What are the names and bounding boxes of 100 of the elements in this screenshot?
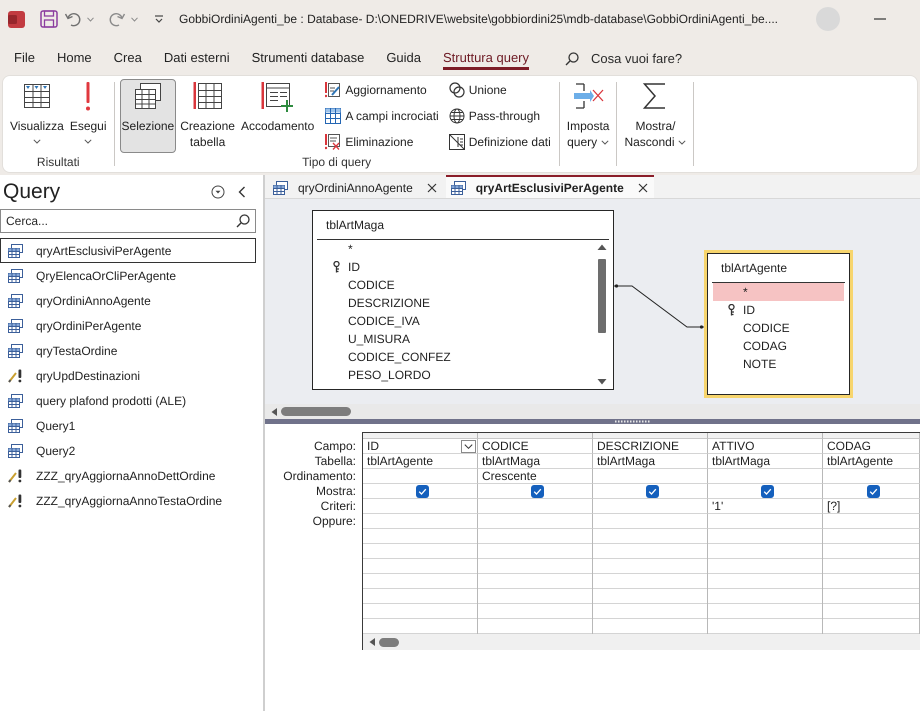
close-icon[interactable]: [638, 182, 648, 192]
field-item[interactable]: ID: [318, 258, 591, 276]
document-pencil-icon: [325, 82, 342, 98]
key-icon: [333, 261, 340, 273]
pane-title: Query: [3, 180, 60, 204]
stacked-tables-icon: [273, 180, 288, 194]
caret-icon: [84, 139, 92, 144]
caret-icon: [32, 139, 41, 144]
field-item[interactable]: *: [713, 283, 844, 301]
table-name: tblArtAgente: [721, 261, 788, 275]
checkbox[interactable]: [866, 484, 880, 498]
bar-chevron-icon[interactable]: [154, 14, 164, 24]
field-item[interactable]: ID: [713, 301, 844, 319]
field-item[interactable]: CODICE: [713, 319, 844, 337]
menu-tab[interactable]: Crea: [114, 47, 142, 70]
undo-icon[interactable]: [64, 10, 82, 28]
pencil-exclamation-icon: [8, 368, 23, 382]
menu-tab[interactable]: Struttura query: [443, 47, 530, 70]
menu-tab[interactable]: Strumenti database: [252, 47, 364, 70]
circled-caret-icon[interactable]: [211, 185, 225, 199]
window-title: GobbiOrdiniAgenti_be : Database- D:\ONEDRIVE\website\gobbiordini25\mdb-database\GobbiOrdiniAgenti_be....: [179, 12, 778, 26]
ribbon-button[interactable]: A campi incrociati: [322, 105, 442, 127]
grid-icon: [325, 108, 342, 124]
scrollbar-thumb[interactable]: [379, 638, 399, 646]
ribbon-button[interactable]: Eliminazione: [322, 131, 442, 153]
stacked-tables-icon: [8, 444, 23, 458]
redo-icon[interactable]: [108, 10, 126, 28]
search-icon: [236, 214, 250, 228]
table-name: tblArtMaga: [326, 218, 384, 232]
stacked-tables-icon: [8, 344, 23, 358]
close-icon[interactable]: [426, 182, 437, 192]
menu-tab[interactable]: File: [14, 47, 35, 70]
ribbon-button[interactable]: Esegui: [68, 79, 109, 153]
document-cross-icon: [325, 134, 342, 150]
globe-icon: [448, 108, 465, 124]
vertical-scrollbar[interactable]: [596, 242, 608, 387]
join-line[interactable]: [614, 284, 704, 329]
caret-icon: [87, 16, 94, 22]
document-tab[interactable]: qryOrdiniAnnoAgente: [268, 175, 443, 198]
checkbox[interactable]: [760, 484, 774, 498]
ribbon-button[interactable]: Accodamento: [238, 79, 316, 153]
chevron-left-icon[interactable]: [238, 186, 246, 198]
ribbon-button[interactable]: Mostra/ Nascondi: [622, 79, 688, 153]
stacked-tables-icon: [8, 244, 23, 258]
field-item[interactable]: DESCRIZIONE: [318, 294, 591, 312]
tell-me-field[interactable]: Cosa vuoi fare?: [591, 48, 742, 68]
ribbon-button[interactable]: Aggiornamento: [322, 79, 442, 101]
dropdown-button[interactable]: [461, 440, 476, 452]
scroll-up-icon[interactable]: [596, 242, 608, 252]
stacked-tables-icon: [8, 318, 23, 332]
arrow-cross-icon: [572, 82, 604, 110]
save-icon[interactable]: [40, 10, 58, 28]
ribbon-button[interactable]: Definizione dati: [446, 131, 554, 153]
table-box[interactable]: tblArtAgente * ID CODICE CODAG NOTE: [704, 250, 853, 398]
ribbon-button[interactable]: Visualizza: [8, 79, 66, 153]
field-item[interactable]: CODAG: [713, 337, 844, 355]
field-item[interactable]: *: [318, 240, 591, 258]
field-item[interactable]: U_MISURA: [318, 330, 591, 348]
grip-icon: [615, 420, 650, 423]
ribbon-button[interactable]: Selezione: [120, 79, 176, 153]
ribbon-button[interactable]: Pass-through: [446, 105, 554, 127]
field-item[interactable]: NOTE: [713, 355, 844, 373]
row-label: Criteri:: [320, 499, 356, 514]
search-icon: [565, 52, 580, 66]
row-label: Ordinamento:: [283, 469, 356, 484]
scrollbar-thumb[interactable]: [281, 407, 351, 416]
field-item[interactable]: CODICE_IVA: [318, 312, 591, 330]
menu-tab[interactable]: Home: [56, 47, 92, 70]
checkbox[interactable]: [646, 484, 658, 498]
scroll-down-icon[interactable]: [596, 377, 608, 387]
group-label: Risultati: [36, 154, 81, 171]
scroll-left-icon[interactable]: [270, 406, 278, 416]
pencil-exclamation-icon: [8, 468, 23, 482]
checkbox[interactable]: [416, 484, 428, 498]
scrollbar-thumb[interactable]: [598, 259, 606, 333]
key-icon: [728, 304, 735, 316]
ribbon-button[interactable]: Creazione tabella: [178, 79, 237, 153]
search-field[interactable]: Cerca...: [0, 209, 256, 233]
menu-tab[interactable]: Dati esterni: [164, 47, 230, 70]
ribbon-button[interactable]: Imposta query: [564, 79, 612, 153]
field-item[interactable]: CODICE_CONFEZ: [318, 348, 591, 366]
horizontal-scrollbar[interactable]: [363, 634, 920, 650]
row-label: Mostra:: [316, 484, 356, 499]
scroll-left-icon[interactable]: [368, 637, 376, 647]
row-label: Campo:: [314, 439, 356, 454]
group-label: Tipo di query: [301, 154, 372, 171]
overlapping-circles-icon: [448, 82, 465, 98]
menu-tab[interactable]: Guida: [386, 47, 422, 70]
field-item[interactable]: PESO_LORDO: [318, 366, 591, 384]
row-label: Tabella:: [314, 454, 356, 469]
query-list-item[interactable]: qryArtEsclusiviPerAgente: [0, 238, 256, 263]
document-tab[interactable]: qryArtEsclusiviPerAgente: [446, 175, 654, 198]
field-item[interactable]: CODICE: [318, 276, 591, 294]
ribbon-button[interactable]: Unione: [446, 79, 554, 101]
horizontal-scrollbar[interactable]: [265, 404, 920, 419]
checkbox[interactable]: [530, 484, 544, 498]
caret-icon: [601, 140, 610, 146]
table-box[interactable]: tblArtMaga * ID CODICE DESCRIZIONE CODICE_IVA U_MISURA CODICE_CONFEZ PESO_LORDO: [312, 210, 614, 390]
row-label: Oppure:: [312, 514, 356, 529]
app-logo-icon: [8, 10, 25, 28]
